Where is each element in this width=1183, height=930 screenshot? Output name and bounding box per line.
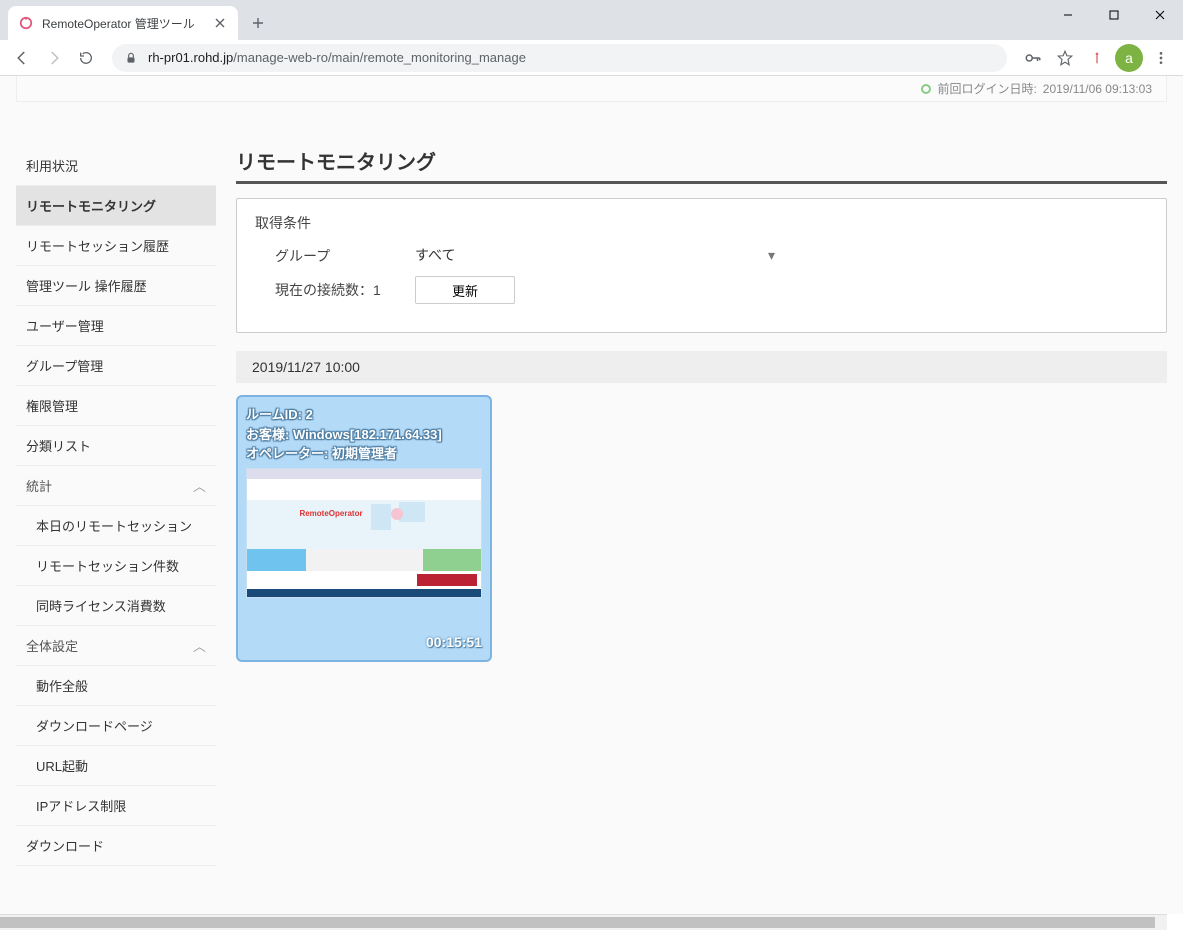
session-elapsed: 00:15:51 — [246, 634, 482, 650]
sidebar-section-settings[interactable]: 全体設定 ︿ — [16, 626, 216, 666]
customer-value: Windows[182.171.64.33] — [293, 427, 442, 442]
browser-tab-strip: RemoteOperator 管理ツール — [0, 0, 1183, 40]
sidebar-item-ip-restrict[interactable]: IPアドレス制限 — [16, 786, 216, 826]
room-id: 2 — [306, 407, 313, 422]
group-select[interactable]: すべて ▾ — [415, 245, 775, 266]
close-window-button[interactable] — [1137, 0, 1183, 30]
back-button[interactable] — [8, 44, 36, 72]
session-meta: ルームID: 2 お客様: Windows[182.171.64.33] オペレ… — [246, 405, 482, 464]
address-bar[interactable]: rh-pr01.rohd.jp/manage-web-ro/main/remot… — [112, 44, 1007, 72]
sidebar-item-general[interactable]: 動作全般 — [16, 666, 216, 706]
star-icon[interactable] — [1051, 44, 1079, 72]
chevron-up-icon: ︿ — [193, 636, 206, 655]
status-dot-icon — [921, 84, 931, 94]
session-card[interactable]: ルームID: 2 お客様: Windows[182.171.64.33] オペレ… — [236, 395, 492, 662]
tab-title: RemoteOperator 管理ツール — [42, 15, 204, 32]
sidebar-item-license-usage[interactable]: 同時ライセンス消費数 — [16, 586, 216, 626]
horizontal-scrollbar[interactable] — [0, 914, 1167, 930]
group-label: グループ — [255, 246, 415, 266]
page-viewport[interactable]: 前回ログイン日時: 2019/11/06 09:13:03 利用状況 リモートモ… — [0, 76, 1183, 914]
favicon-icon — [18, 15, 34, 31]
session-thumbnail: RemoteOperator — [246, 468, 482, 598]
caret-down-icon: ▾ — [768, 247, 775, 264]
group-selected-value: すべて — [415, 245, 455, 265]
browser-tab[interactable]: RemoteOperator 管理ツール — [8, 6, 238, 40]
extension-icon[interactable] — [1083, 44, 1111, 72]
update-button[interactable]: 更新 — [415, 276, 515, 304]
main-content: リモートモニタリング 取得条件 グループ すべて ▾ 現在の接続数：1 — [236, 146, 1167, 662]
filter-panel: 取得条件 グループ すべて ▾ 現在の接続数：1 更新 — [236, 198, 1167, 333]
sidebar-item-session-count[interactable]: リモートセッション件数 — [16, 546, 216, 586]
connections-value: 1 — [373, 282, 381, 298]
chevron-up-icon: ︿ — [193, 476, 206, 495]
sidebar-item-category-list[interactable]: 分類リスト — [16, 426, 216, 466]
sidebar: 利用状況 リモートモニタリング リモートセッション履歴 管理ツール 操作履歴 ユ… — [16, 146, 216, 866]
sidebar-item-session-history[interactable]: リモートセッション履歴 — [16, 226, 216, 266]
forward-button[interactable] — [40, 44, 68, 72]
profile-avatar[interactable]: a — [1115, 44, 1143, 72]
last-login-strip: 前回ログイン日時: 2019/11/06 09:13:03 — [16, 76, 1167, 102]
sidebar-item-usage[interactable]: 利用状況 — [16, 146, 216, 186]
connections-label: 現在の接続数：1 — [255, 280, 415, 300]
window-controls — [1045, 0, 1183, 30]
snapshot-timestamp: 2019/11/27 10:00 — [236, 351, 1167, 383]
tab-close-button[interactable] — [212, 15, 228, 31]
sidebar-item-permission-mgmt[interactable]: 権限管理 — [16, 386, 216, 426]
last-login-value: 2019/11/06 09:13:03 — [1043, 82, 1152, 96]
key-icon[interactable] — [1019, 44, 1047, 72]
minimize-button[interactable] — [1045, 0, 1091, 30]
lock-icon — [124, 51, 138, 65]
new-tab-button[interactable] — [244, 9, 272, 37]
url-text: rh-pr01.rohd.jp/manage-web-ro/main/remot… — [148, 50, 526, 65]
sidebar-item-download[interactable]: ダウンロード — [16, 826, 216, 866]
sidebar-item-group-mgmt[interactable]: グループ管理 — [16, 346, 216, 386]
sidebar-item-admin-log[interactable]: 管理ツール 操作履歴 — [16, 266, 216, 306]
reload-button[interactable] — [72, 44, 100, 72]
filter-header: 取得条件 — [255, 213, 1148, 233]
page-title: リモートモニタリング — [236, 146, 1167, 184]
maximize-button[interactable] — [1091, 0, 1137, 30]
sidebar-item-url-launch[interactable]: URL起動 — [16, 746, 216, 786]
sidebar-item-user-mgmt[interactable]: ユーザー管理 — [16, 306, 216, 346]
sidebar-section-stats[interactable]: 統計 ︿ — [16, 466, 216, 506]
browser-toolbar: rh-pr01.rohd.jp/manage-web-ro/main/remot… — [0, 40, 1183, 76]
sidebar-item-download-page[interactable]: ダウンロードページ — [16, 706, 216, 746]
sidebar-item-remote-monitoring[interactable]: リモートモニタリング — [16, 186, 216, 226]
last-login-label: 前回ログイン日時: — [937, 80, 1036, 97]
menu-button[interactable] — [1147, 44, 1175, 72]
operator-value: 初期管理者 — [332, 446, 397, 461]
sidebar-item-today-sessions[interactable]: 本日のリモートセッション — [16, 506, 216, 546]
